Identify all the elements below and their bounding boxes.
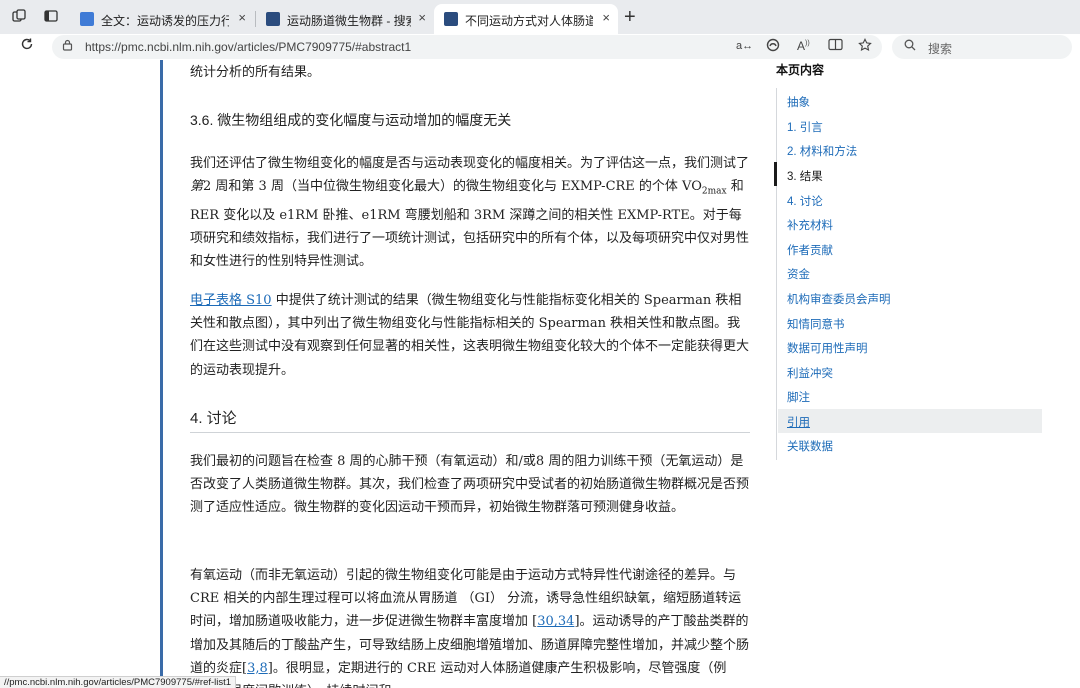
paragraph: 统计分析的所有结果。 xyxy=(190,65,321,80)
toc-item-author-contributions[interactable]: 作者贡献 xyxy=(787,242,833,258)
section-heading-discussion: 4. 讨论 xyxy=(190,407,750,433)
toc-item-footnotes[interactable]: 脚注 xyxy=(787,389,810,405)
lock-icon[interactable] xyxy=(62,39,73,54)
tab-favicon-icon xyxy=(266,12,280,26)
browser-essentials-icon[interactable] xyxy=(766,38,780,55)
toc-item-conflicts[interactable]: 利益冲突 xyxy=(787,365,833,381)
toc-rail xyxy=(776,88,777,460)
toc-item-associated-data[interactable]: 关联数据 xyxy=(787,438,833,454)
toc-item-introduction[interactable]: 1. 引言 xyxy=(787,119,823,135)
tab-favicon-icon xyxy=(444,12,458,26)
search-placeholder[interactable]: 搜索 xyxy=(928,40,952,57)
navigation-bar: https://pmc.ncbi.nlm.nih.gov/articles/PM… xyxy=(0,34,1080,60)
tab-title: 运动肠道微生物群 - 搜索结果 - Pu xyxy=(287,14,411,28)
paragraph: 有氧运动（而非无氧运动）引起的微生物组变化可能是由于运动方式特异性代谢途径的差异… xyxy=(190,568,750,688)
toc-item-methods[interactable]: 2. 材料和方法 xyxy=(787,143,857,159)
status-bar-url: //pmc.ncbi.nlm.nih.gov/articles/PMC79097… xyxy=(0,676,237,688)
favorites-star-icon[interactable] xyxy=(858,38,872,55)
paragraph: 我们最初的问题旨在检查 8 周的心肺干预（有氧运动）和/或8 周的阻力训练干预（… xyxy=(190,454,750,516)
toc-item-results[interactable]: 3. 结果 xyxy=(787,168,823,184)
toc-item-abstract[interactable]: 抽象 xyxy=(787,94,810,110)
toc-item-supplementary[interactable]: 补充材料 xyxy=(787,217,833,233)
tab-bar: 全文：运动诱发的压力行为，肠道 × 运动肠道微生物群 - 搜索结果 - Pu ×… xyxy=(0,0,1080,34)
toc-item-discussion[interactable]: 4. 讨论 xyxy=(787,193,823,209)
close-tab-icon[interactable]: × xyxy=(602,10,610,25)
toc-hover-highlight xyxy=(778,409,1042,433)
search-icon xyxy=(904,39,916,54)
tab-title: 全文：运动诱发的压力行为，肠道 xyxy=(101,14,229,28)
close-tab-icon[interactable]: × xyxy=(238,10,246,25)
paragraph: 电子表格 S10 中提供了统计测试的结果（微生物组变化与性能指标变化相关的 Sp… xyxy=(190,293,750,378)
toc-current-marker xyxy=(774,162,777,186)
citation-link[interactable]: 30,34 xyxy=(537,614,574,629)
url-text[interactable]: https://pmc.ncbi.nlm.nih.gov/articles/PM… xyxy=(85,40,411,54)
search-box[interactable]: 搜索 xyxy=(892,35,1072,59)
translate-icon[interactable]: a↔ xyxy=(736,40,753,52)
tab-3-active[interactable]: 不同运动方式对人体肠道微生物组 × xyxy=(434,4,618,34)
paragraph: 我们还评估了微生物组变化的幅度是否与运动表现变化的幅度相关。为了评估这一点，我们… xyxy=(190,156,750,270)
address-bar[interactable]: https://pmc.ncbi.nlm.nih.gov/articles/PM… xyxy=(52,35,882,59)
read-aloud-icon[interactable]: A)) xyxy=(797,39,810,53)
tab-2[interactable]: 运动肠道微生物群 - 搜索结果 - Pu × xyxy=(256,4,434,34)
supplementary-spreadsheet-link[interactable]: 电子表格 S10 xyxy=(190,293,272,308)
new-tab-icon[interactable]: + xyxy=(624,6,636,29)
citation-link[interactable]: 3,8 xyxy=(247,661,268,676)
tab-1[interactable]: 全文：运动诱发的压力行为，肠道 × xyxy=(70,4,254,34)
toc-item-irb-statement[interactable]: 机构审查委员会声明 xyxy=(787,291,891,307)
toc-item-informed-consent[interactable]: 知情同意书 xyxy=(787,316,845,332)
toc-item-funding[interactable]: 资金 xyxy=(787,266,810,282)
tab-favicon-icon xyxy=(80,12,94,26)
split-screen-icon[interactable] xyxy=(828,38,843,54)
tab-actions-icon[interactable] xyxy=(42,8,60,26)
workspaces-icon[interactable] xyxy=(10,8,28,26)
page-content: 统计分析的所有结果。 3.6. 微生物组组成的变化幅度与运动增加的幅度无关 我们… xyxy=(0,60,1080,688)
toc-title: 本页内容 xyxy=(776,63,825,77)
toc-item-data-availability[interactable]: 数据可用性声明 xyxy=(787,340,868,356)
toc-item-references[interactable]: 引用 xyxy=(787,414,810,430)
tab-title: 不同运动方式对人体肠道微生物组 xyxy=(465,14,593,28)
close-tab-icon[interactable]: × xyxy=(418,10,426,25)
article-accent-bar xyxy=(160,60,163,688)
refresh-icon[interactable] xyxy=(16,36,38,58)
section-heading-3-6: 3.6. 微生物组组成的变化幅度与运动增加的幅度无关 xyxy=(190,112,512,128)
